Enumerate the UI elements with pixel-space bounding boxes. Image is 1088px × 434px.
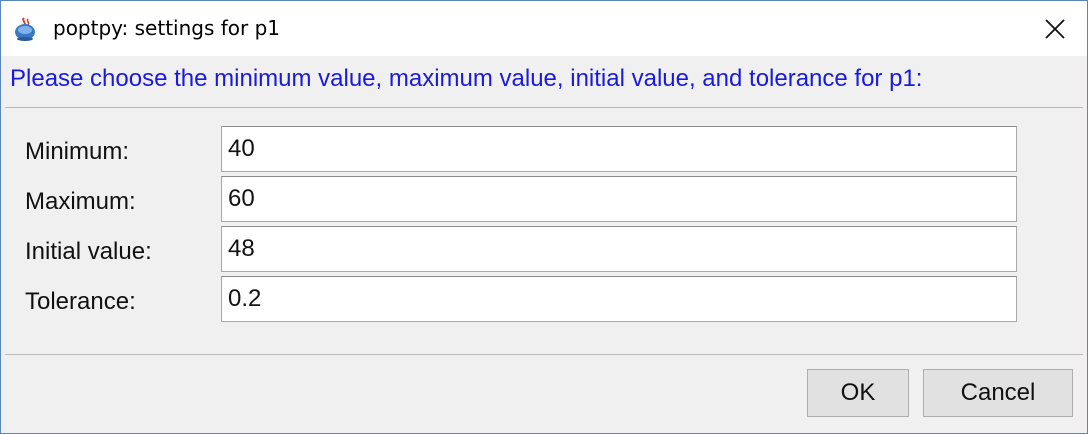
close-x-icon xyxy=(1045,18,1065,39)
close-button[interactable] xyxy=(1023,1,1087,56)
fields-panel: Minimum: Maximum: Initial value: Toleran… xyxy=(5,107,1083,355)
maximum-input[interactable] xyxy=(221,176,1017,222)
title-bar[interactable]: poptpy: settings for p1 xyxy=(1,1,1087,56)
tolerance-label: Tolerance: xyxy=(25,288,136,315)
prompt-message: Please choose the minimum value, maximum… xyxy=(10,65,923,92)
window-title: poptpy: settings for p1 xyxy=(53,16,281,40)
initial-value-label: Initial value: xyxy=(25,238,152,265)
settings-dialog: poptpy: settings for p1 Please choose th… xyxy=(0,0,1088,434)
tolerance-input[interactable] xyxy=(221,276,1017,322)
ok-button[interactable]: OK xyxy=(807,369,909,417)
minimum-input[interactable] xyxy=(221,126,1017,172)
initial-value-input[interactable] xyxy=(221,226,1017,272)
maximum-label: Maximum: xyxy=(25,188,136,215)
minimum-label: Minimum: xyxy=(25,138,130,165)
java-cup-icon xyxy=(12,16,38,42)
cancel-button[interactable]: Cancel xyxy=(923,369,1073,417)
